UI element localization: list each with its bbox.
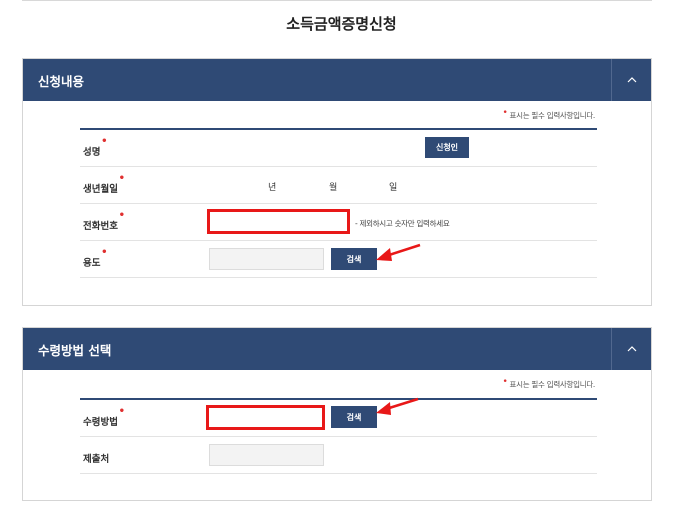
required-dot-icon: • — [502, 377, 508, 387]
submit-to-row: 제출처 — [80, 437, 597, 474]
receipt-form: 수령방법 • 검색 제출처 — [80, 397, 597, 474]
month-label: 월 — [329, 183, 338, 193]
receipt-method-panel: 수령방법 선택 • 표시는 필수 입력사항입니다. 수령방법 • 검색 제출처 — [22, 327, 652, 501]
applicant-button[interactable]: 신청인 — [425, 137, 469, 158]
red-arrow-icon — [376, 243, 421, 261]
panel-header: 신청내용 — [23, 59, 651, 101]
chevron-up-icon — [627, 77, 636, 83]
usage-label: 용도 • — [83, 247, 108, 269]
day-label: 일 — [389, 183, 398, 193]
birthdate-label: 생년월일 • — [83, 173, 125, 195]
chevron-up-icon — [627, 346, 636, 352]
required-note: • 표시는 필수 입력사항입니다. — [502, 377, 596, 389]
collapse-button[interactable] — [611, 328, 651, 370]
method-label: 수령방법 • — [83, 406, 125, 428]
page-title: 소득금액증명신청 — [286, 15, 397, 33]
name-row: 성명 • 신청인 — [80, 130, 597, 167]
required-dot-icon: • — [502, 108, 508, 118]
year-label: 년 — [268, 183, 277, 193]
phone-hint: - 제외하시고 숫자만 입력하세요 — [355, 219, 450, 228]
name-label: 성명 • — [83, 136, 108, 158]
method-search-button[interactable]: 검색 — [331, 406, 377, 428]
panel-title: 신청내용 — [38, 74, 85, 89]
phone-input[interactable] — [207, 209, 350, 234]
red-arrow-icon — [376, 397, 419, 415]
phone-row: 전화번호 • - 제외하시고 숫자만 입력하세요 — [80, 204, 597, 241]
usage-input[interactable] — [209, 248, 324, 270]
panel-header: 수령방법 선택 — [23, 328, 651, 370]
submit-to-input[interactable] — [209, 444, 324, 466]
panel-title: 수령방법 선택 — [38, 343, 112, 358]
usage-row: 용도 • 검색 — [80, 241, 597, 278]
top-divider — [22, 0, 652, 1]
method-row: 수령방법 • 검색 — [80, 397, 597, 437]
required-note: • 표시는 필수 입력사항입니다. — [502, 108, 596, 120]
collapse-button[interactable] — [611, 59, 651, 101]
application-form: 성명 • 신청인 생년월일 • 년 월 일 전화번호 • - 제외하시고 숫자만 입력… — [80, 128, 597, 278]
birthdate-row: 생년월일 • 년 월 일 — [80, 167, 597, 204]
phone-label: 전화번호 • — [83, 210, 125, 232]
method-input[interactable] — [206, 405, 325, 430]
application-details-panel: 신청내용 • 표시는 필수 입력사항입니다. 성명 • 신청인 생년월일 • 년 월 … — [22, 58, 652, 306]
submit-to-label: 제출처 — [83, 454, 110, 465]
usage-search-button[interactable]: 검색 — [331, 248, 377, 270]
